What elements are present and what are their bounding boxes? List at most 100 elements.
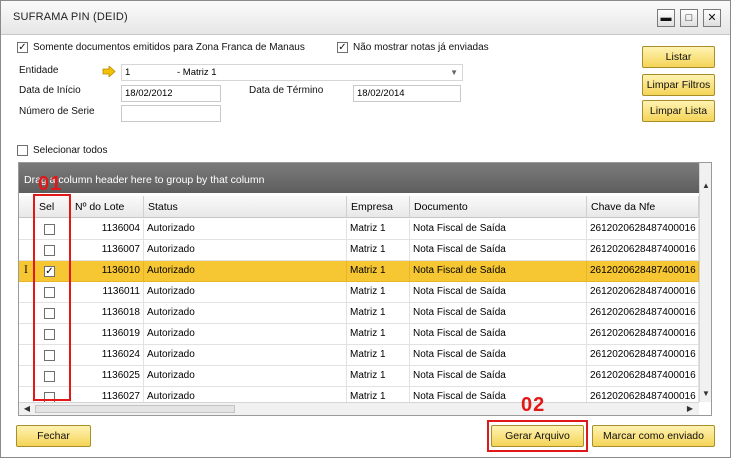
listar-button[interactable]: Listar (642, 46, 715, 68)
maximize-button[interactable]: □ (680, 9, 698, 27)
yellow-arrow-right-icon[interactable] (102, 66, 116, 77)
cell-status: Autorizado (144, 219, 347, 240)
chevron-down-icon: ▼ (450, 68, 458, 77)
data-termino-field[interactable]: 18/02/2014 (353, 85, 461, 102)
table-row[interactable]: 1136019 Autorizado Matriz 1 Nota Fiscal de … (19, 324, 699, 345)
cell-chave: 2612020628487400016 (587, 282, 699, 303)
col-header-empresa[interactable]: Empresa (347, 196, 410, 218)
cell-empresa: Matriz 1 (347, 261, 410, 282)
cell-empresa: Matriz 1 (347, 219, 410, 240)
cell-empresa: Matriz 1 (347, 240, 410, 261)
table-row[interactable]: 1136024 Autorizado Matriz 1 Nota Fiscal de … (19, 345, 699, 366)
horizontal-scrollbar[interactable]: ◀ ▶ (19, 402, 699, 415)
cell-status: Autorizado (144, 366, 347, 387)
annotation-marker-02: 02 (521, 394, 546, 416)
col-header-chave[interactable]: Chave da Nfe (587, 196, 699, 218)
cell-chave: 2612020628487400016 (587, 240, 699, 261)
entidade-select[interactable]: 1 - Matriz 1 ▼ (121, 64, 463, 81)
row-indicator (19, 240, 34, 261)
cell-empresa: Matriz 1 (347, 324, 410, 345)
cell-documento: Nota Fiscal de Saída (410, 240, 587, 261)
cell-status: Autorizado (144, 345, 347, 366)
cell-status: Autorizado (144, 261, 347, 282)
data-inicio-label: Data de Início (19, 85, 81, 96)
somente-docs-label: Somente documentos emitidos para Zona Fr… (33, 42, 305, 53)
cell-empresa: Matriz 1 (347, 366, 410, 387)
annotation-box-sel-column (33, 194, 71, 401)
scroll-left-icon[interactable]: ◀ (21, 403, 33, 415)
fechar-button[interactable]: Fechar (16, 425, 91, 447)
suframa-pin-window: SUFRAMA PIN (DEID) ▬ □ ✕ ✓ Somente docum… (0, 0, 731, 458)
numero-serie-label: Número de Serie (19, 106, 95, 117)
cell-documento: Nota Fiscal de Saída (410, 303, 587, 324)
somente-docs-checkbox[interactable]: ✓ (17, 42, 28, 53)
title-bar: SUFRAMA PIN (DEID) ▬ □ ✕ (1, 1, 730, 35)
selecionar-todos-label: Selecionar todos (33, 145, 108, 156)
cell-empresa: Matriz 1 (347, 303, 410, 324)
numero-serie-field[interactable] (121, 105, 221, 122)
cell-chave: 2612020628487400016 (587, 366, 699, 387)
cell-documento: Nota Fiscal de Saída (410, 261, 587, 282)
table-row[interactable]: 1136018 Autorizado Matriz 1 Nota Fiscal de … (19, 303, 699, 324)
row-indicator: I (19, 261, 34, 282)
data-inicio-field[interactable]: 18/02/2012 (121, 85, 221, 102)
scroll-up-icon[interactable]: ▲ (700, 180, 711, 192)
cell-chave: 2612020628487400016 (587, 324, 699, 345)
cell-lote: 1136025 (71, 366, 144, 387)
cell-empresa: Matriz 1 (347, 282, 410, 303)
cell-documento: Nota Fiscal de Saída (410, 366, 587, 387)
selecionar-todos-checkbox[interactable] (17, 145, 28, 156)
annotation-marker-01: 01 (38, 173, 63, 195)
limpar-lista-button[interactable]: Limpar Lista (642, 100, 715, 122)
col-header-documento[interactable]: Documento (410, 196, 587, 218)
minimize-button[interactable]: ▬ (657, 9, 675, 27)
col-header-status[interactable]: Status (144, 196, 347, 218)
window-title: SUFRAMA PIN (DEID) (13, 11, 128, 23)
cell-lote: 1136007 (71, 240, 144, 261)
col-header-lote[interactable]: Nº do Lote (71, 196, 144, 218)
cell-lote: 1136024 (71, 345, 144, 366)
entidade-name: - Matriz 1 (177, 67, 217, 78)
cell-documento: Nota Fiscal de Saída (410, 324, 587, 345)
row-indicator (19, 303, 34, 324)
entidade-label: Entidade (19, 65, 59, 76)
data-termino-label: Data de Término (249, 85, 324, 96)
nao-mostrar-label: Não mostrar notas já enviadas (353, 42, 489, 53)
marcar-enviado-button[interactable]: Marcar como enviado (592, 425, 715, 447)
row-indicator-header (19, 196, 34, 218)
cell-lote: 1136010 (71, 261, 144, 282)
cell-lote: 1136019 (71, 324, 144, 345)
cell-chave: 2612020628487400016 (587, 345, 699, 366)
cell-lote: 1136018 (71, 303, 144, 324)
horizontal-scroll-thumb[interactable] (35, 405, 235, 413)
scroll-right-icon[interactable]: ▶ (684, 403, 696, 415)
cell-documento: Nota Fiscal de Saída (410, 282, 587, 303)
cell-chave: 2612020628487400016 (587, 261, 699, 282)
table-row[interactable]: I ✓ 1136010 Autorizado Matriz 1 Nota Fiscal d… (19, 261, 699, 282)
row-indicator (19, 324, 34, 345)
scroll-down-icon[interactable]: ▼ (700, 388, 711, 400)
table-row[interactable]: 1136025 Autorizado Matriz 1 Nota Fiscal de … (19, 366, 699, 387)
table-row[interactable]: 1136011 Autorizado Matriz 1 Nota Fiscal de … (19, 282, 699, 303)
row-indicator (19, 345, 34, 366)
cell-documento: Nota Fiscal de Saída (410, 345, 587, 366)
group-by-area[interactable]: Drag a column header here to group by th… (19, 163, 699, 193)
cell-empresa: Matriz 1 (347, 345, 410, 366)
close-button[interactable]: ✕ (703, 9, 721, 27)
cell-documento: Nota Fiscal de Saída (410, 219, 587, 240)
nao-mostrar-checkbox[interactable]: ✓ (337, 42, 348, 53)
limpar-filtros-button[interactable]: Limpar Filtros (642, 74, 715, 96)
annotation-box-gerar-arquivo (487, 420, 588, 452)
cell-status: Autorizado (144, 282, 347, 303)
table-row[interactable]: 1136004 Autorizado Matriz 1 Nota Fiscal de … (19, 219, 699, 240)
row-indicator (19, 282, 34, 303)
cell-lote: 1136004 (71, 219, 144, 240)
entidade-code: 1 (125, 67, 131, 78)
cell-chave: 2612020628487400016 (587, 219, 699, 240)
vertical-scrollbar[interactable]: ▲ ▼ (699, 163, 711, 402)
row-indicator (19, 219, 34, 240)
cell-status: Autorizado (144, 324, 347, 345)
cell-status: Autorizado (144, 240, 347, 261)
text-cursor-icon: I (24, 265, 28, 276)
table-row[interactable]: 1136007 Autorizado Matriz 1 Nota Fiscal de … (19, 240, 699, 261)
